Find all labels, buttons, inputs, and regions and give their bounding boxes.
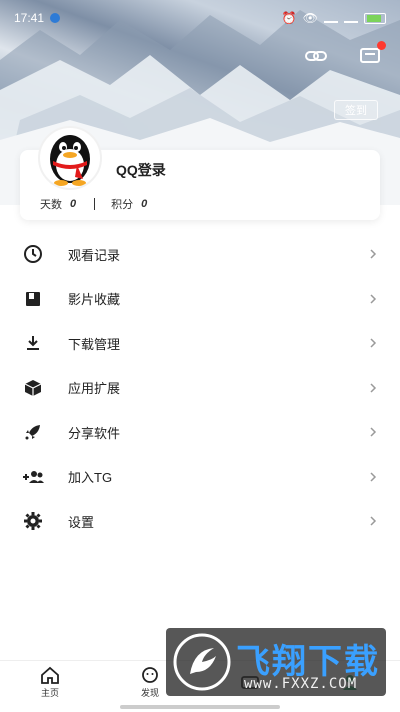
signal-icon	[324, 13, 338, 23]
header-actions	[304, 41, 386, 68]
add-group-icon	[22, 466, 44, 488]
stats-divider	[94, 198, 96, 210]
home-indicator	[120, 705, 280, 709]
eye-icon: 👁	[302, 11, 318, 25]
menu-item-favorites[interactable]: 影片收藏	[0, 277, 400, 322]
profile-stats: 天数 0 积分 0	[40, 196, 147, 212]
menu-item-label: 应用扩展	[68, 381, 121, 397]
wifi-icon	[344, 13, 358, 23]
points-label: 积分	[111, 199, 134, 211]
chevron-right-icon	[370, 338, 377, 348]
battery-icon	[364, 12, 386, 24]
alarm-icon: ⏰	[281, 11, 297, 25]
username[interactable]: QQ登录	[116, 160, 166, 180]
notification-icon	[50, 13, 61, 23]
link-icon	[305, 51, 327, 61]
watermark-overlay: 飞翔下载 www.FXXZ.COM	[166, 628, 386, 696]
menu-item-join-tg[interactable]: 加入TG	[0, 455, 400, 500]
chevron-right-icon	[370, 427, 377, 437]
clock-icon	[22, 243, 44, 265]
bookmark-icon	[22, 288, 44, 310]
days-label: 天数	[40, 199, 62, 211]
rocket-icon	[22, 421, 44, 443]
menu-item-settings[interactable]: 设置	[0, 499, 400, 544]
download-icon	[22, 332, 44, 354]
unread-badge	[377, 41, 386, 50]
watermark-logo-icon	[173, 633, 231, 691]
home-icon	[41, 666, 59, 684]
status-time: 17:41	[14, 11, 45, 25]
menu-item-label: 观看记录	[68, 247, 121, 263]
points-value: 0	[141, 198, 148, 210]
menu-item-label: 下载管理	[68, 336, 121, 352]
tab-home[interactable]: 主页	[20, 666, 80, 699]
discover-icon	[142, 667, 158, 683]
tab-label: 主页	[40, 688, 59, 698]
menu-item-label: 加入TG	[68, 470, 113, 486]
menu-item-label: 分享软件	[68, 425, 121, 441]
settings-menu: 观看记录 影片收藏 下载管理 应用扩展 分享软件 加入TG 设置	[0, 232, 400, 544]
chevron-right-icon	[370, 472, 377, 482]
menu-item-label: 影片收藏	[68, 292, 121, 308]
menu-item-extensions[interactable]: 应用扩展	[0, 366, 400, 411]
cube-icon	[22, 377, 44, 399]
menu-item-label: 设置	[68, 514, 95, 530]
avatar[interactable]	[38, 126, 102, 190]
gear-icon	[22, 510, 44, 532]
chevron-right-icon	[370, 249, 377, 259]
chevron-right-icon	[370, 294, 377, 304]
menu-item-downloads[interactable]: 下载管理	[0, 321, 400, 366]
chevron-right-icon	[370, 516, 377, 526]
menu-item-history[interactable]: 观看记录	[0, 232, 400, 277]
signin-button[interactable]: 签到	[334, 100, 378, 120]
days-value: 0	[70, 198, 77, 210]
status-bar: 17:41 ⏰ 👁	[0, 0, 400, 36]
chevron-right-icon	[370, 383, 377, 393]
watermark-url: www.FXXZ.COM	[244, 676, 358, 692]
message-button[interactable]	[358, 41, 386, 68]
menu-item-share[interactable]: 分享软件	[0, 410, 400, 455]
tab-label: 发现	[140, 688, 159, 698]
qq-penguin-icon	[50, 135, 90, 186]
link-button[interactable]	[304, 44, 328, 68]
profile-card: QQ登录 天数 0 积分 0	[20, 126, 380, 220]
